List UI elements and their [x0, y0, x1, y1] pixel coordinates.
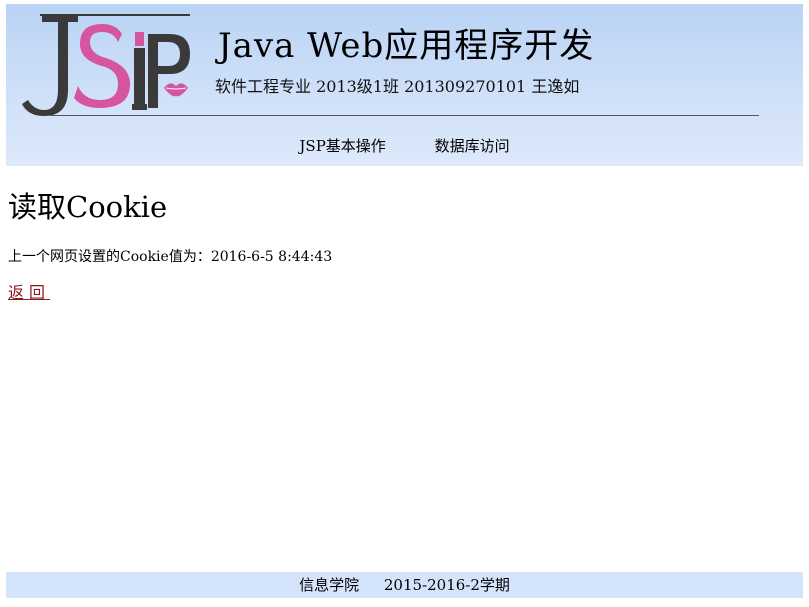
footer-college: 信息学院 [299, 576, 360, 594]
page-footer: 信息学院 2015-2016-2学期 [6, 572, 803, 598]
jsp-logo [22, 14, 190, 116]
back-link[interactable]: 返回 [8, 282, 50, 304]
nav-database-access[interactable]: 数据库访问 [435, 137, 510, 155]
page-heading: 读取Cookie [8, 190, 168, 224]
page-header: Java Web应用程序开发 软件工程专业 2013级1班 2013092701… [6, 4, 803, 166]
site-title: Java Web应用程序开发 [218, 26, 595, 66]
cookie-value-text: 上一个网页设置的Cookie值为：2016-6-5 8:44:43 [8, 249, 333, 265]
main-nav: JSP基本操作 数据库访问 [6, 136, 803, 156]
footer-term: 2015-2016-2学期 [383, 576, 510, 594]
nav-jsp-basics[interactable]: JSP基本操作 [299, 137, 385, 155]
site-subtitle: 软件工程专业 2013级1班 201309270101 王逸如 [215, 77, 580, 96]
header-divider [50, 115, 759, 116]
